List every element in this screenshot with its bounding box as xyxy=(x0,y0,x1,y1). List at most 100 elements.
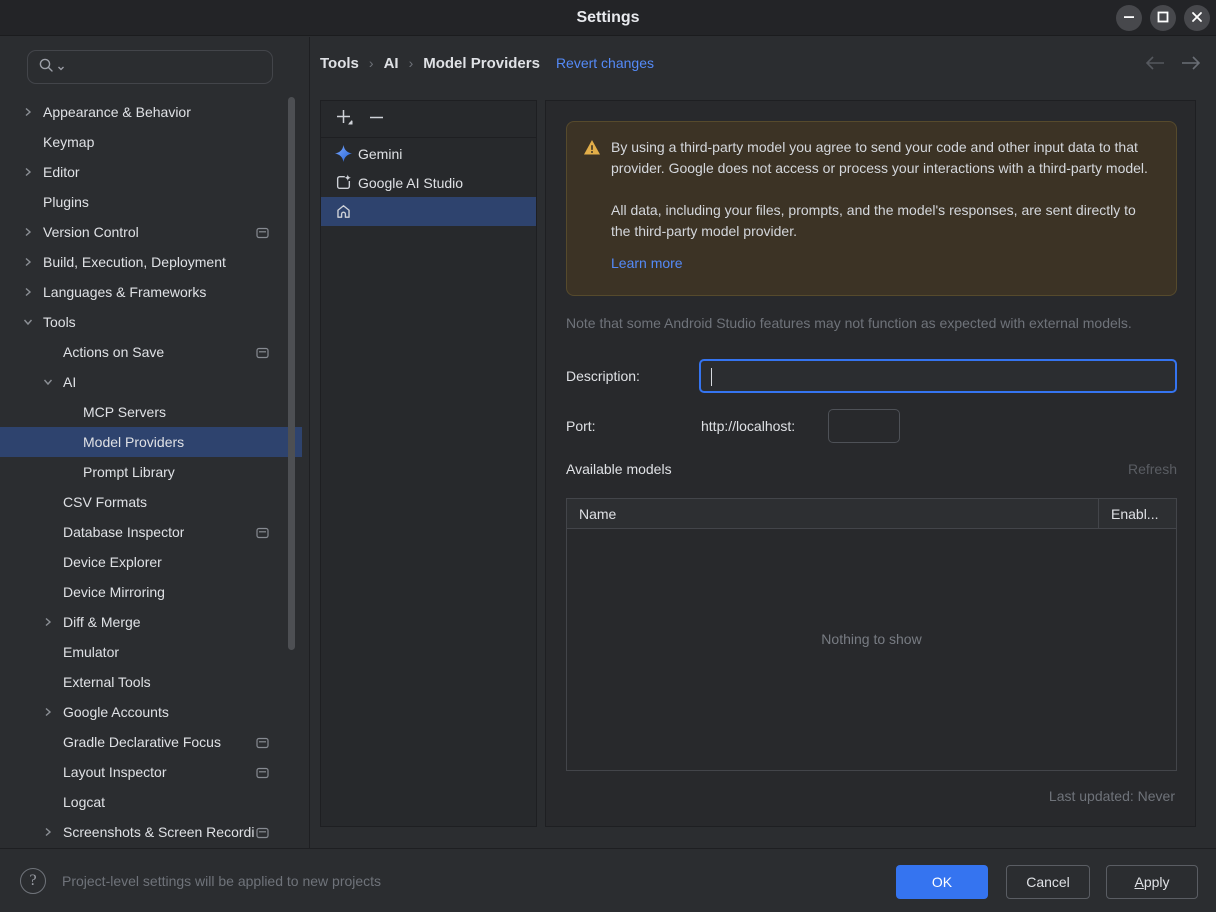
sidebar-item-mcp-servers[interactable]: MCP Servers xyxy=(0,397,302,427)
chevron-down-icon[interactable] xyxy=(20,314,36,330)
home-icon xyxy=(335,203,352,220)
breadcrumb-item-tools[interactable]: Tools xyxy=(320,55,359,72)
chevron-right-icon[interactable] xyxy=(20,254,36,270)
sidebar-item-keymap[interactable]: Keymap xyxy=(0,127,302,157)
settings-badge-icon xyxy=(256,766,269,782)
maximize-button[interactable] xyxy=(1150,5,1176,31)
help-button[interactable]: ? xyxy=(20,868,46,894)
remove-provider-button[interactable] xyxy=(365,108,387,130)
localhost-prefix: http://localhost: xyxy=(701,418,796,434)
sidebar-item-version-control[interactable]: Version Control xyxy=(0,217,302,247)
sidebar-item-tools[interactable]: Tools xyxy=(0,307,302,337)
sidebar-item-label: Device Mirroring xyxy=(63,584,165,600)
breadcrumb-item-ai[interactable]: AI xyxy=(384,55,399,72)
history-navigation xyxy=(1144,54,1202,75)
help-icon: ? xyxy=(29,872,37,889)
chevron-right-icon[interactable] xyxy=(20,104,36,120)
warning-paragraph-2: All data, including your files, prompts,… xyxy=(611,202,1136,239)
provider-toolbar xyxy=(321,101,536,138)
provider-item-custom[interactable] xyxy=(321,197,536,226)
sidebar-item-label: Build, Execution, Deployment xyxy=(43,254,226,270)
ok-button[interactable]: OK xyxy=(896,865,988,899)
sidebar-item-device-explorer[interactable]: Device Explorer xyxy=(0,547,302,577)
sidebar-item-emulator[interactable]: Emulator xyxy=(0,637,302,667)
revert-changes-link[interactable]: Revert changes xyxy=(556,55,654,71)
sidebar-item-google-accounts[interactable]: Google Accounts xyxy=(0,697,302,727)
sidebar-scrollbar[interactable] xyxy=(288,97,295,650)
sidebar-item-database-inspector[interactable]: Database Inspector xyxy=(0,517,302,547)
chevron-down-icon[interactable] xyxy=(40,374,56,390)
sidebar-item-logcat[interactable]: Logcat xyxy=(0,787,302,817)
settings-tree: Appearance & Behavior Keymap Editor Plugins… xyxy=(0,97,310,847)
sidebar-item-diff-merge[interactable]: Diff & Merge xyxy=(0,607,302,637)
sidebar-item-ai[interactable]: AI xyxy=(0,367,302,397)
last-updated-label: Last updated: Never xyxy=(1048,788,1175,804)
breadcrumb-separator: › xyxy=(368,55,374,71)
sidebar-item-plugins[interactable]: Plugins xyxy=(0,187,302,217)
search-input[interactable] xyxy=(27,50,273,84)
sidebar-item-model-providers[interactable]: Model Providers xyxy=(0,427,302,457)
sidebar-item-gradle-declarative-focus[interactable]: Gradle Declarative Focus xyxy=(0,727,302,757)
sidebar-item-build-execution-deployment[interactable]: Build, Execution, Deployment xyxy=(0,247,302,277)
minus-icon xyxy=(368,109,385,129)
settings-badge-icon xyxy=(256,736,269,752)
sidebar-item-label: Languages & Frameworks xyxy=(43,284,207,300)
sidebar-item-device-mirroring[interactable]: Device Mirroring xyxy=(0,577,302,607)
gemini-icon xyxy=(335,145,352,162)
warning-text: By using a third-party model you agree t… xyxy=(611,137,1156,295)
description-input[interactable] xyxy=(699,359,1177,393)
add-provider-button[interactable] xyxy=(333,108,355,130)
sidebar-item-label: Tools xyxy=(43,314,76,330)
models-table-body: Nothing to show xyxy=(567,529,1176,771)
port-input[interactable] xyxy=(828,409,900,443)
sidebar-item-label: Device Explorer xyxy=(63,554,162,570)
provider-list-panel: Gemini Google AI Studio xyxy=(320,100,537,827)
settings-badge-icon xyxy=(256,226,269,242)
google-ai-studio-icon xyxy=(335,174,352,191)
provider-item-gemini[interactable]: Gemini xyxy=(321,139,536,168)
sidebar-item-label: Screenshots & Screen Recordi xyxy=(63,824,255,840)
chevron-right-icon[interactable] xyxy=(20,284,36,300)
external-models-note: Note that some Android Studio features m… xyxy=(566,315,1132,331)
footer-message: Project-level settings will be applied t… xyxy=(62,873,382,889)
text-caret xyxy=(711,368,712,386)
sidebar-item-external-tools[interactable]: External Tools xyxy=(0,667,302,697)
sidebar-item-label: Emulator xyxy=(63,644,120,660)
page-title: Settings xyxy=(576,9,640,26)
models-table-header: Name Enabl... xyxy=(567,499,1176,529)
provider-item-google-ai-studio[interactable]: Google AI Studio xyxy=(321,168,536,197)
provider-list: Gemini Google AI Studio xyxy=(321,139,536,226)
empty-state-text: Nothing to show xyxy=(821,631,922,647)
provider-item-label: Gemini xyxy=(358,145,403,162)
column-header-name[interactable]: Name xyxy=(567,499,1098,528)
port-label: Port: xyxy=(566,418,596,434)
back-button[interactable] xyxy=(1144,54,1166,75)
sidebar-item-prompt-library[interactable]: Prompt Library xyxy=(0,457,302,487)
minimize-button[interactable] xyxy=(1116,5,1142,31)
chevron-right-icon[interactable] xyxy=(20,164,36,180)
sidebar-item-languages-frameworks[interactable]: Languages & Frameworks xyxy=(0,277,302,307)
chevron-right-icon[interactable] xyxy=(40,614,56,630)
chevron-right-icon[interactable] xyxy=(20,224,36,240)
sidebar-item-layout-inspector[interactable]: Layout Inspector xyxy=(0,757,302,787)
apply-button[interactable]: Apply xyxy=(1106,865,1198,899)
settings-badge-icon xyxy=(256,346,269,362)
column-header-enabled[interactable]: Enabl... xyxy=(1098,499,1176,528)
sidebar-item-label: Editor xyxy=(43,164,80,180)
plus-icon xyxy=(335,108,354,130)
provider-detail-panel: By using a third-party model you agree t… xyxy=(545,100,1196,827)
cancel-button[interactable]: Cancel xyxy=(1006,865,1090,899)
sidebar-item-editor[interactable]: Editor xyxy=(0,157,302,187)
close-button[interactable] xyxy=(1184,5,1210,31)
chevron-right-icon[interactable] xyxy=(40,704,56,720)
refresh-link[interactable]: Refresh xyxy=(1128,461,1177,477)
sidebar-item-actions-on-save[interactable]: Actions on Save xyxy=(0,337,302,367)
forward-button[interactable] xyxy=(1180,54,1202,75)
sidebar-item-appearance-behavior[interactable]: Appearance & Behavior xyxy=(0,97,302,127)
chevron-right-icon[interactable] xyxy=(40,824,56,840)
sidebar-item-label: MCP Servers xyxy=(83,404,166,420)
learn-more-link[interactable]: Learn more xyxy=(611,253,683,274)
sidebar-item-csv-formats[interactable]: CSV Formats xyxy=(0,487,302,517)
sidebar-item-screenshots-screen-recordi[interactable]: Screenshots & Screen Recordi xyxy=(0,817,302,847)
available-models-label: Available models xyxy=(566,461,672,477)
